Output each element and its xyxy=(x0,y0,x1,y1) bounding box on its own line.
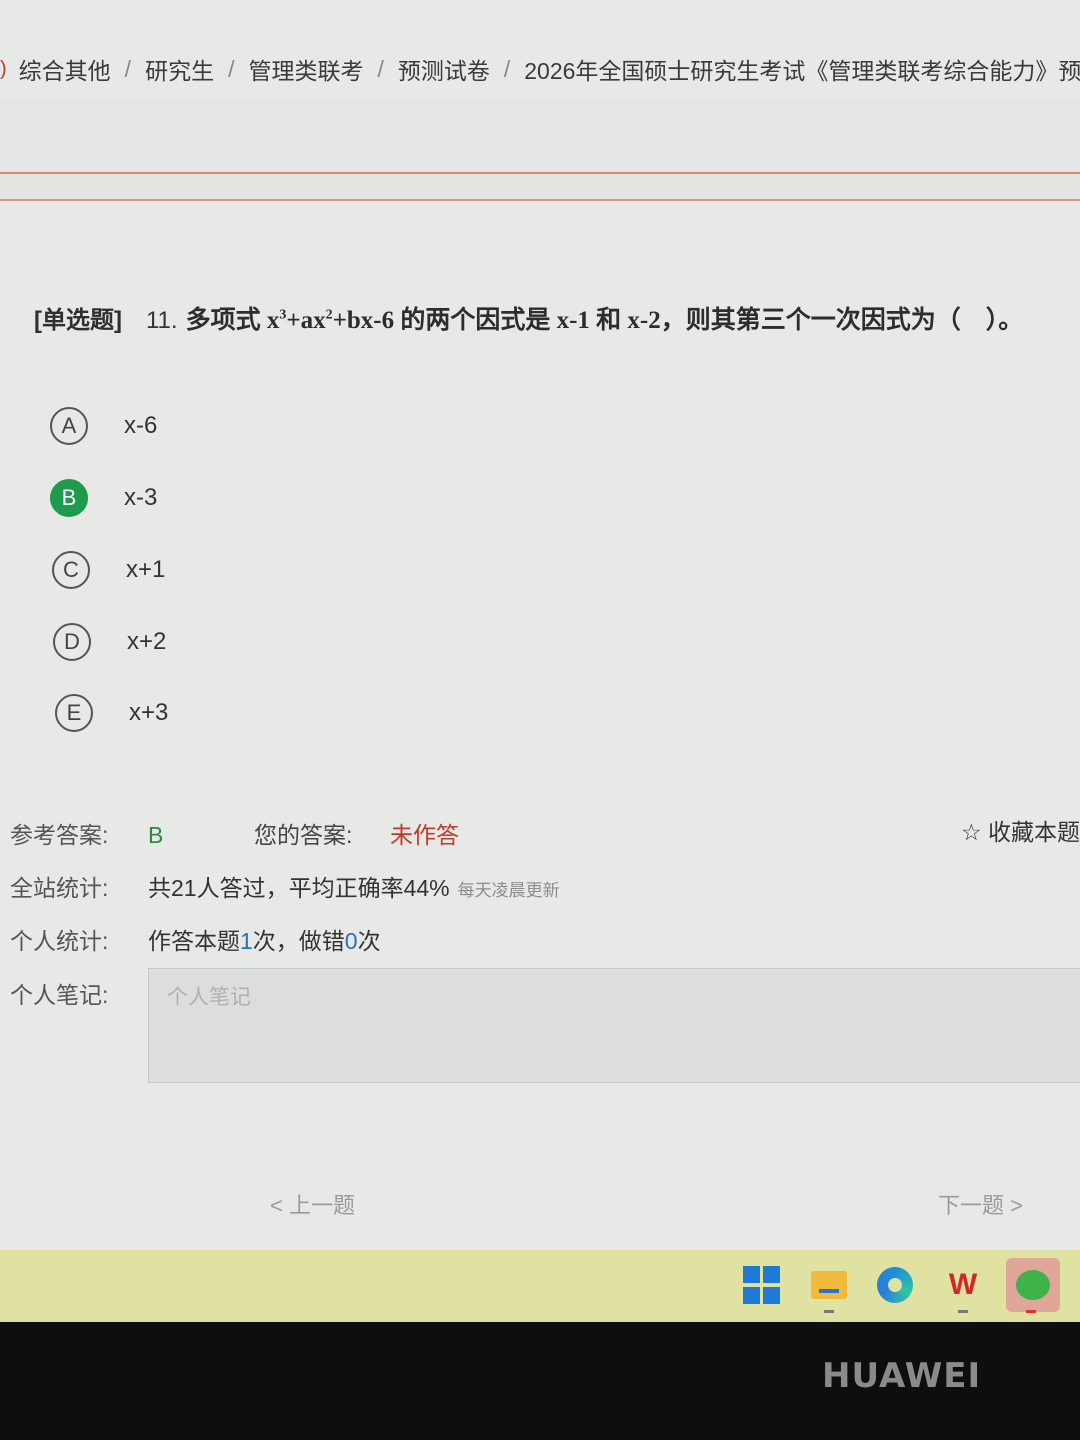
running-indicator xyxy=(1026,1310,1036,1313)
screen: ) 综合其他 / 研究生 / 管理类联考 / 预测试卷 / 2026年全国硕士研… xyxy=(0,0,1080,1322)
personal-stats-suffix: 次 xyxy=(357,928,381,954)
option-a-radio[interactable]: A xyxy=(50,407,88,445)
option-e[interactable]: E x+3 xyxy=(55,689,455,737)
personal-stats-prefix: 作答本题 xyxy=(148,928,240,954)
wps-office-icon[interactable]: W xyxy=(944,1266,982,1304)
site-stats-update-note: 每天凌晨更新 xyxy=(457,881,560,900)
breadcrumb-separator: / xyxy=(124,55,132,82)
prev-question-button[interactable]: < 上一题 xyxy=(270,1188,355,1220)
option-d[interactable]: D x+2 xyxy=(53,618,453,666)
breadcrumb-lead: ) xyxy=(0,57,7,80)
option-c-radio[interactable]: C xyxy=(52,551,90,589)
personal-stats-row: 个人统计: 作答本题1次，做错0次 xyxy=(10,922,1080,956)
breadcrumb-separator: / xyxy=(377,55,384,82)
question-text-part: 多项式 x xyxy=(185,307,280,334)
site-stats-text: 共21人答过，平均正确率44% xyxy=(148,875,450,901)
favorite-button[interactable]: ☆ 收藏本题 xyxy=(961,813,1080,847)
attempt-count: 1 xyxy=(240,928,253,954)
device-brand-logo: HUAWEI xyxy=(822,1356,982,1396)
breadcrumb-item-management-exam[interactable]: 管理类联考 xyxy=(248,52,363,86)
option-b-radio[interactable]: B xyxy=(50,479,88,517)
reference-answer-value: B xyxy=(148,822,164,848)
breadcrumb-separator: / xyxy=(228,55,235,82)
option-a-text: x-6 xyxy=(124,412,158,439)
exponent: 2 xyxy=(325,307,333,323)
personal-stats-label: 个人统计: xyxy=(10,928,109,954)
breadcrumb-separator: / xyxy=(503,55,511,82)
next-question-button[interactable]: 下一题 > xyxy=(938,1188,1023,1220)
wrong-count: 0 xyxy=(344,928,358,954)
personal-stats-mid: 次，做错 xyxy=(252,928,345,954)
question-type-label: [单选题] xyxy=(34,307,122,334)
option-d-radio[interactable]: D xyxy=(53,623,91,661)
reference-answer-label: 参考答案: xyxy=(10,822,109,848)
option-a[interactable]: A x-6 xyxy=(50,402,450,450)
question-stem: [单选题] 11. 多项式 x3+ax2+bx-6 的两个因式是 x-1 和 x-2… xyxy=(34,300,1080,336)
option-e-radio[interactable]: E xyxy=(55,694,93,732)
option-c[interactable]: C x+1 xyxy=(52,546,452,594)
progress-strip xyxy=(0,174,1080,199)
option-b-text: x-3 xyxy=(124,484,158,511)
taskbar: W xyxy=(0,1250,1080,1322)
breadcrumb-item-mock-papers[interactable]: 预测试卷 xyxy=(398,52,490,86)
header-band xyxy=(0,100,1080,172)
option-c-text: x+1 xyxy=(126,556,166,583)
answer-row: 参考答案: B 您的答案: 未作答 xyxy=(10,816,1080,850)
option-b[interactable]: B x-3 xyxy=(50,474,450,522)
breadcrumb-item-graduate[interactable]: 研究生 xyxy=(145,52,214,86)
notes-container xyxy=(148,968,1080,1083)
your-answer-label: 您的答案: xyxy=(254,822,353,848)
your-answer-value: 未作答 xyxy=(390,822,459,848)
notes-input[interactable] xyxy=(149,969,1080,1082)
site-stats-row: 全站统计: 共21人答过，平均正确率44% 每天凌晨更新 xyxy=(10,869,1080,903)
question-text-part: +bx-6 的两个因式是 x-1 和 x-2，则其第三个一次因式为（ ）。 xyxy=(332,307,1024,334)
option-e-text: x+3 xyxy=(129,699,169,726)
file-explorer-icon[interactable] xyxy=(810,1266,848,1304)
breadcrumb-item-comprehensive[interactable]: 综合其他 xyxy=(19,52,111,86)
windows-start-icon[interactable] xyxy=(742,1266,780,1304)
breadcrumb: ) 综合其他 / 研究生 / 管理类联考 / 预测试卷 / 2026年全国硕士研… xyxy=(0,40,1080,98)
notes-label: 个人笔记: xyxy=(10,982,109,1008)
option-d-text: x+2 xyxy=(127,628,167,655)
question-text: 多项式 x3+ax2+bx-6 的两个因式是 x-1 和 x-2，则其第三个一次… xyxy=(186,307,1024,334)
divider xyxy=(0,199,1080,201)
question-number: 11. xyxy=(145,307,178,334)
question-text-part: +ax xyxy=(286,307,326,334)
site-stats-label: 全站统计: xyxy=(10,875,109,901)
running-indicator xyxy=(958,1310,968,1313)
edge-browser-icon[interactable] xyxy=(876,1266,914,1304)
running-indicator xyxy=(824,1310,834,1313)
wechat-icon[interactable] xyxy=(1006,1258,1060,1312)
breadcrumb-item-current-paper[interactable]: 2026年全国硕士研究生考试《管理类联考综合能力》预测试卷 xyxy=(524,52,1080,86)
